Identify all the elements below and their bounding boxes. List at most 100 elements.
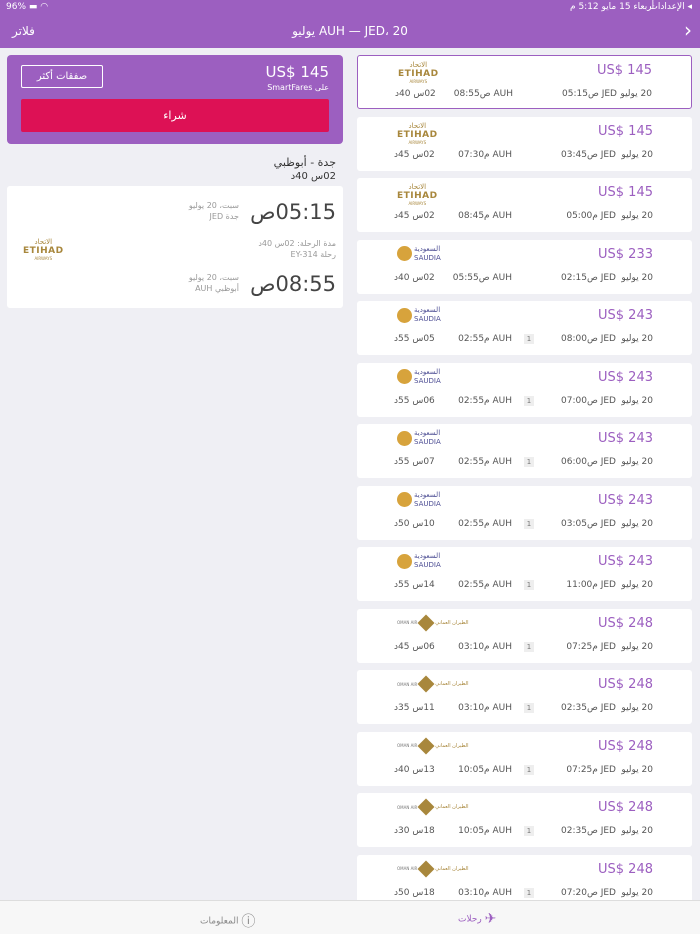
status-time: 5:12 م (570, 2, 599, 12)
saudia-logo-en: SAUDIA (414, 499, 441, 508)
flight-date: 20 يوليو (621, 211, 653, 221)
flight-departure: 08:00ص JED (561, 334, 616, 344)
flight-result-card[interactable]: US$ 248 OMAN AIR الطيران العماني 20 يوليو 07… (357, 731, 692, 786)
oman-logo-en: OMAN AIR (397, 681, 418, 687)
buy-button[interactable]: شراء (21, 99, 329, 132)
flight-duration: 06س 45د (394, 641, 435, 652)
flight-date: 20 يوليو (621, 518, 653, 529)
saudia-logo-en: SAUDIA (414, 561, 441, 569)
tab-flights[interactable]: ✈ رحلات (458, 911, 496, 927)
etihad-logo-ar: الاتحاد (408, 183, 427, 191)
flight-duration: 13س 40د (394, 764, 435, 775)
flight-date: 20 يوليو (621, 887, 653, 898)
flight-price: US$ 248 (598, 861, 653, 877)
chevron-right-icon[interactable]: › (684, 20, 692, 40)
flight-result-card[interactable]: US$ 243 السعودية SAUDIA 20 يوليو 06:00ص JED 1… (357, 424, 692, 478)
status-settings-label: الإعدادات (649, 2, 685, 12)
flight-departure: 07:25م JED (566, 764, 616, 775)
etihad-logo: الاتحاد ETIHAD AIRWAYS (398, 61, 439, 84)
etihad-logo-en: ETIHAD (23, 246, 64, 256)
oman-bird-icon (417, 737, 435, 754)
saudia-logo: السعودية SAUDIA (397, 491, 441, 509)
filters-button[interactable]: فلاتر (12, 24, 35, 38)
battery-value: 96% (6, 2, 27, 12)
app-header: 96% ▬ ◠ أربعاء 15 مايو 5:12 م ◂ الإعدادا… (0, 0, 700, 48)
route-summary: جدة - أبوظبي 02س 40د (274, 156, 336, 182)
arrival-info: سبت، 20 يوليو أبوظبي AUH (189, 272, 239, 294)
etihad-logo-sub: AIRWAYS (408, 139, 427, 145)
flight-result-card[interactable]: US$ 243 السعودية SAUDIA 20 يوليو 03:05ص JED 1… (357, 485, 692, 540)
flight-duration: 18س 30د (394, 826, 435, 836)
etihad-logo: الاتحاد ETIHAD AIRWAYS (23, 238, 64, 261)
flight-duration: 02س 40د (395, 89, 436, 99)
oman-logo: OMAN AIR الطيران العماني (397, 614, 469, 631)
flight-results-list[interactable]: US$ 145 الاتحاد ETIHAD AIRWAYS 20 يوليو 05:15… (350, 48, 700, 900)
flight-date: 20 يوليو (621, 641, 653, 652)
saudia-emblem-icon (397, 307, 412, 323)
flight-duration: 06س 55د (394, 395, 435, 406)
stops-badge: 1 (524, 518, 534, 529)
etihad-logo-sub: AIRWAYS (409, 79, 428, 84)
flight-number: رحلة EY-314 (290, 250, 336, 259)
flight-price: US$ 248 (598, 800, 653, 815)
oman-bird-icon (417, 860, 435, 877)
stops-badge: 1 (524, 764, 534, 775)
tab-info[interactable]: ⓘ المعلومات (200, 911, 255, 931)
flight-result-card[interactable]: US$ 145 الاتحاد ETIHAD AIRWAYS 20 يوليو 05:00… (357, 178, 692, 232)
saudia-logo-ar: السعودية (414, 306, 441, 314)
saudia-logo-text: السعودية SAUDIA (414, 306, 441, 324)
flight-result-card[interactable]: US$ 248 OMAN AIR الطيران العماني 20 يوليو 07… (357, 608, 692, 663)
flight-result-card[interactable]: US$ 248 OMAN AIR الطيران العماني 20 يوليو 07… (357, 854, 692, 900)
saudia-emblem-icon (397, 430, 412, 446)
flight-result-card[interactable]: US$ 243 السعودية SAUDIA 20 يوليو 08:00ص JED 1… (357, 301, 692, 355)
flight-duration: 05س 55د (394, 334, 435, 344)
saudia-logo-en: SAUDIA (414, 253, 441, 262)
saudia-logo-en: SAUDIA (414, 376, 441, 385)
flight-result-card[interactable]: US$ 145 الاتحاد ETIHAD AIRWAYS 20 يوليو 05:15… (357, 55, 692, 109)
oman-logo-en: OMAN AIR (397, 743, 418, 748)
departure-date: سبت، 20 يوليو (188, 201, 239, 210)
flight-date: 20 يوليو (621, 457, 653, 467)
flight-price: US$ 233 (598, 246, 653, 262)
flight-result-card[interactable]: US$ 248 OMAN AIR الطيران العماني 20 يوليو 02… (357, 670, 692, 724)
oman-logo-ar: الطيران العماني (435, 681, 469, 687)
departure-info: سبت، 20 يوليو جدة JED (189, 200, 239, 222)
airplane-icon: ✈ (484, 911, 497, 927)
etihad-logo-en: ETIHAD (398, 69, 439, 79)
flight-date: 20 يوليو (621, 272, 653, 283)
flight-info: مدة الرحلة: 02س 40د رحلة EY-314 (258, 238, 336, 260)
flight-result-card[interactable]: US$ 243 السعودية SAUDIA 20 يوليو 11:00م JED 1… (357, 547, 692, 601)
tab-flights-label: رحلات (458, 914, 482, 925)
flight-price: US$ 145 (597, 63, 652, 78)
flight-result-card[interactable]: US$ 233 السعودية SAUDIA 20 يوليو 02:15ص JED 0… (357, 239, 692, 294)
stops-badge: 1 (524, 703, 534, 713)
flight-departure: 05:00م JED (566, 211, 616, 221)
flight-result-card[interactable]: US$ 145 الاتحاد ETIHAD AIRWAYS 20 يوليو 03:45… (357, 116, 692, 171)
saudia-logo-text: السعودية SAUDIA (414, 245, 441, 263)
saudia-logo-text: السعودية SAUDIA (414, 491, 441, 509)
arrival-date: سبت، 20 يوليو (188, 273, 239, 282)
departure-city: جدة JED (209, 212, 239, 221)
departure-time: 05:15ص (250, 200, 336, 224)
flight-price: US$ 248 (598, 677, 653, 692)
stops-badge: 1 (524, 887, 534, 898)
flight-departure: 05:15ص JED (562, 89, 617, 99)
tab-bar: ✈ رحلات ⓘ المعلومات (0, 900, 700, 934)
stops-badge: 1 (524, 395, 534, 406)
flight-duration: 02س 40د (394, 272, 435, 283)
flight-result-card[interactable]: US$ 243 السعودية SAUDIA 20 يوليو 07:00ص JED 1… (357, 362, 692, 417)
flight-departure: 03:05ص JED (561, 518, 616, 529)
status-date: أربعاء 15 مايو (601, 2, 655, 12)
status-settings-link[interactable]: ◂ الإعدادات (649, 2, 692, 12)
flight-departure: 03:45ص JED (561, 149, 616, 160)
flight-date: 20 يوليو (620, 89, 652, 99)
flight-date: 20 يوليو (621, 764, 653, 775)
flight-result-card[interactable]: US$ 248 OMAN AIR الطيران العماني 20 يوليو 02… (357, 793, 692, 847)
etihad-logo-ar: الاتحاد (409, 61, 428, 69)
more-deals-button[interactable]: صفقات أكثر (21, 65, 103, 88)
etihad-logo-sub: AIRWAYS (408, 201, 427, 206)
oman-logo: OMAN AIR الطيران العماني (397, 798, 469, 816)
etihad-logo-ar: الاتحاد (408, 121, 427, 130)
selected-price: US$ 145 (265, 63, 329, 81)
oman-logo: OMAN AIR الطيران العماني (397, 737, 469, 754)
